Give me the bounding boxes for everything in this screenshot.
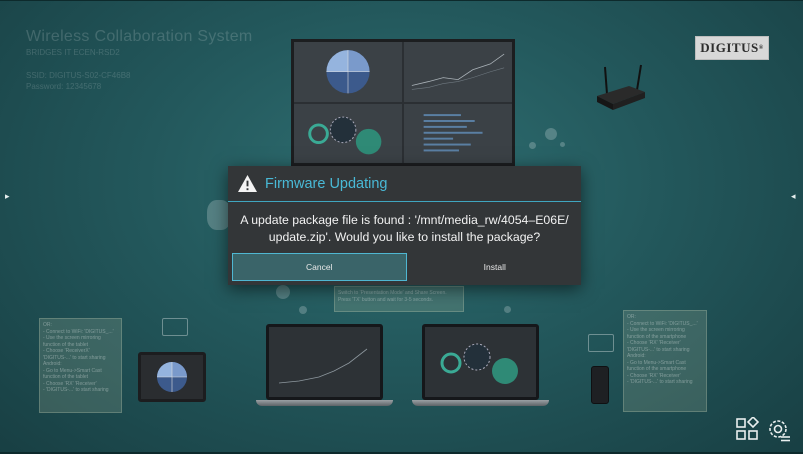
monitor-bar-panel (404, 103, 512, 163)
system-subtitle: BRIDGES IT ECEN-RSD2 (26, 48, 120, 57)
monitor-pie-panel (294, 42, 402, 102)
ssid-text: SSID: DIGITUS-S02-CF46B8 (26, 71, 131, 80)
decor-bubble (560, 142, 565, 147)
logo-mark: ® (758, 45, 764, 51)
decor-bubble (545, 128, 557, 140)
laptop-1-base (256, 400, 393, 406)
monitor-line-panel (404, 42, 512, 102)
decor-bubble (529, 142, 536, 149)
logo-text: DIGITUS (700, 40, 759, 55)
right-arrow-icon[interactable]: ◂ (791, 191, 796, 202)
laptop-2-base (412, 400, 549, 406)
tablet-device (138, 352, 206, 402)
cast-tv-icon (162, 318, 188, 336)
firmware-update-dialog: Firmware Updating A update package file … (228, 166, 581, 285)
dialog-buttons: Cancel Install (228, 249, 581, 285)
digitus-logo: DIGITUS ® (695, 36, 769, 60)
smartphone-device (591, 366, 609, 404)
left-instruction-card: OR: - Connect to WiFi: 'DIGITUS_...' - U… (39, 318, 122, 413)
system-title: Wireless Collaboration System (26, 28, 253, 45)
warning-icon (238, 174, 257, 193)
settings-icon[interactable] (766, 417, 792, 443)
laptop-1-screen (266, 324, 383, 400)
center-instruction-card: Switch to 'Presentation Mode' and Share … (334, 286, 464, 312)
decor-bubble (276, 285, 290, 299)
router-icon (597, 64, 645, 110)
dialog-title: Firmware Updating (265, 175, 388, 192)
decor-bubble (504, 306, 511, 313)
laptop-2-screen (422, 324, 539, 400)
right-instruction-card: OR: - Connect to WiFi: 'DIGITUS_...' - U… (623, 310, 707, 412)
left-arrow-icon[interactable]: ▸ (5, 191, 10, 202)
decor-bubble (299, 306, 307, 314)
background-branding: Wireless Collaboration System BRIDGES IT… (26, 28, 253, 91)
apps-icon[interactable] (735, 417, 759, 441)
install-button[interactable]: Install (409, 249, 582, 285)
display-monitor-grid (291, 39, 515, 166)
monitor-gear-panel (294, 103, 402, 163)
dialog-header: Firmware Updating (228, 166, 581, 202)
password-text: Password: 12345678 (26, 82, 102, 91)
cast-tv-icon (588, 334, 614, 352)
cancel-button[interactable]: Cancel (232, 253, 407, 281)
